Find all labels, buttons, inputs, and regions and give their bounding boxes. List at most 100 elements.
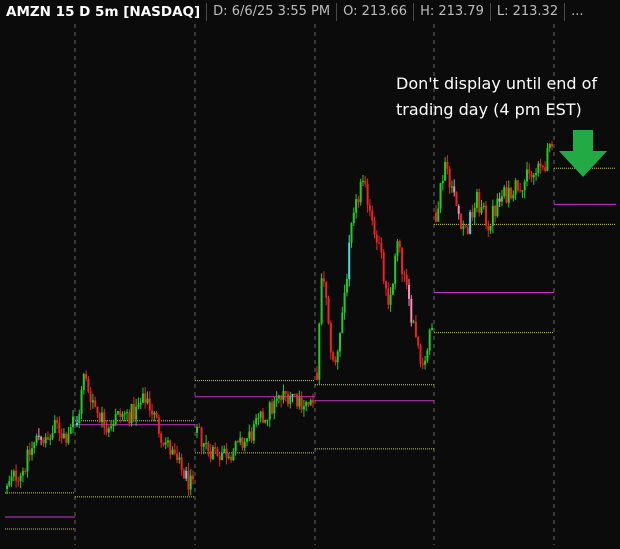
candle-body bbox=[491, 206, 494, 226]
candle-body bbox=[460, 213, 463, 229]
candle-body bbox=[286, 393, 289, 404]
candle-body bbox=[130, 403, 133, 424]
candle-body bbox=[209, 450, 212, 459]
candle-body bbox=[236, 441, 239, 443]
candle-body bbox=[69, 427, 72, 434]
candle-body bbox=[498, 198, 501, 202]
down-arrow-shape bbox=[559, 130, 607, 177]
candle-body bbox=[169, 440, 172, 455]
candle-body bbox=[271, 402, 274, 414]
candle-body bbox=[101, 412, 104, 423]
candle-body bbox=[544, 167, 547, 171]
candle-body bbox=[164, 442, 167, 445]
candle-body bbox=[230, 456, 233, 461]
candle-body bbox=[58, 422, 61, 434]
chart-header: AMZN 15 D 5m [NASDAQ] D: 6/6/25 3:55 PM … bbox=[0, 0, 620, 24]
candle-body bbox=[359, 181, 362, 203]
candle-body bbox=[401, 247, 404, 275]
candle-body bbox=[371, 210, 374, 221]
candle-body bbox=[119, 411, 122, 417]
candlesticks bbox=[6, 140, 553, 496]
candle-body bbox=[266, 419, 269, 421]
candle-body bbox=[507, 187, 510, 203]
candle-body bbox=[350, 223, 353, 243]
candle-body bbox=[345, 279, 348, 293]
candle-body bbox=[489, 225, 492, 231]
candle-body bbox=[171, 449, 174, 455]
candle-body bbox=[146, 398, 149, 403]
candle-body bbox=[355, 199, 358, 213]
date-readout: D: 6/6/25 3:55 PM bbox=[206, 3, 336, 21]
candle-body bbox=[307, 402, 310, 405]
candle-body bbox=[396, 241, 399, 256]
more-menu-button[interactable]: ... bbox=[564, 3, 589, 21]
candle-body bbox=[114, 414, 117, 424]
candle-body bbox=[305, 402, 308, 407]
candle-body bbox=[475, 191, 478, 208]
candle-body bbox=[389, 294, 392, 305]
candle-body bbox=[462, 226, 465, 229]
candle-body bbox=[410, 298, 413, 323]
candle-body bbox=[218, 455, 221, 460]
candle-body bbox=[189, 475, 192, 490]
candle-body bbox=[444, 161, 447, 181]
candle-body bbox=[277, 395, 280, 399]
candle-body bbox=[250, 431, 253, 441]
symbol-label[interactable]: AMZN 15 D 5m [NASDAQ] bbox=[0, 4, 206, 20]
candle-body bbox=[207, 442, 210, 451]
candle-body bbox=[202, 443, 205, 447]
candle-body bbox=[107, 428, 110, 433]
candle-body bbox=[80, 389, 83, 414]
candle-body bbox=[259, 411, 262, 418]
candle-body bbox=[268, 402, 271, 420]
candle-body bbox=[200, 427, 203, 447]
candle-body bbox=[87, 378, 90, 392]
candle-body bbox=[362, 180, 364, 182]
candle-body bbox=[539, 163, 542, 167]
candle-body bbox=[227, 456, 230, 458]
candle-body bbox=[496, 198, 499, 217]
candle-body bbox=[110, 426, 113, 429]
candle-body bbox=[257, 417, 260, 419]
candle-body bbox=[441, 180, 444, 184]
candle-body bbox=[255, 417, 258, 425]
candle-body bbox=[546, 148, 549, 171]
candle-body bbox=[252, 424, 255, 441]
candle-body bbox=[380, 243, 383, 253]
candle-body bbox=[196, 426, 198, 433]
candle-body bbox=[482, 205, 485, 208]
candle-body bbox=[519, 190, 522, 192]
candle-body bbox=[223, 448, 226, 454]
candle-body bbox=[139, 402, 142, 405]
candle-body bbox=[46, 437, 49, 440]
candle-body bbox=[56, 420, 59, 423]
candle-body bbox=[480, 207, 483, 213]
open-readout: O: 213.66 bbox=[336, 3, 413, 21]
candle-body bbox=[26, 449, 29, 472]
candle-body bbox=[241, 437, 244, 448]
candle-body bbox=[487, 225, 490, 231]
candle-body bbox=[417, 337, 420, 346]
candle-body bbox=[398, 241, 401, 248]
candle-body bbox=[289, 395, 292, 404]
candle-body bbox=[464, 226, 467, 228]
candle-body bbox=[426, 350, 429, 361]
candle-body bbox=[85, 373, 88, 379]
candle-body bbox=[298, 397, 301, 407]
candle-body bbox=[364, 180, 367, 184]
candle-body bbox=[530, 173, 533, 178]
candle-body bbox=[91, 400, 94, 403]
candle-body bbox=[329, 323, 332, 353]
candle-body bbox=[243, 441, 246, 448]
candle-body bbox=[192, 475, 194, 480]
candle-body bbox=[232, 451, 235, 461]
candle-body bbox=[485, 205, 488, 226]
candle-body bbox=[214, 447, 217, 449]
candle-body bbox=[394, 255, 397, 284]
candle-body bbox=[10, 476, 13, 482]
candle-body bbox=[284, 391, 287, 394]
candle-body bbox=[453, 186, 456, 193]
candle-body bbox=[525, 169, 528, 182]
candle-body bbox=[357, 199, 360, 203]
candle-body bbox=[302, 406, 305, 410]
